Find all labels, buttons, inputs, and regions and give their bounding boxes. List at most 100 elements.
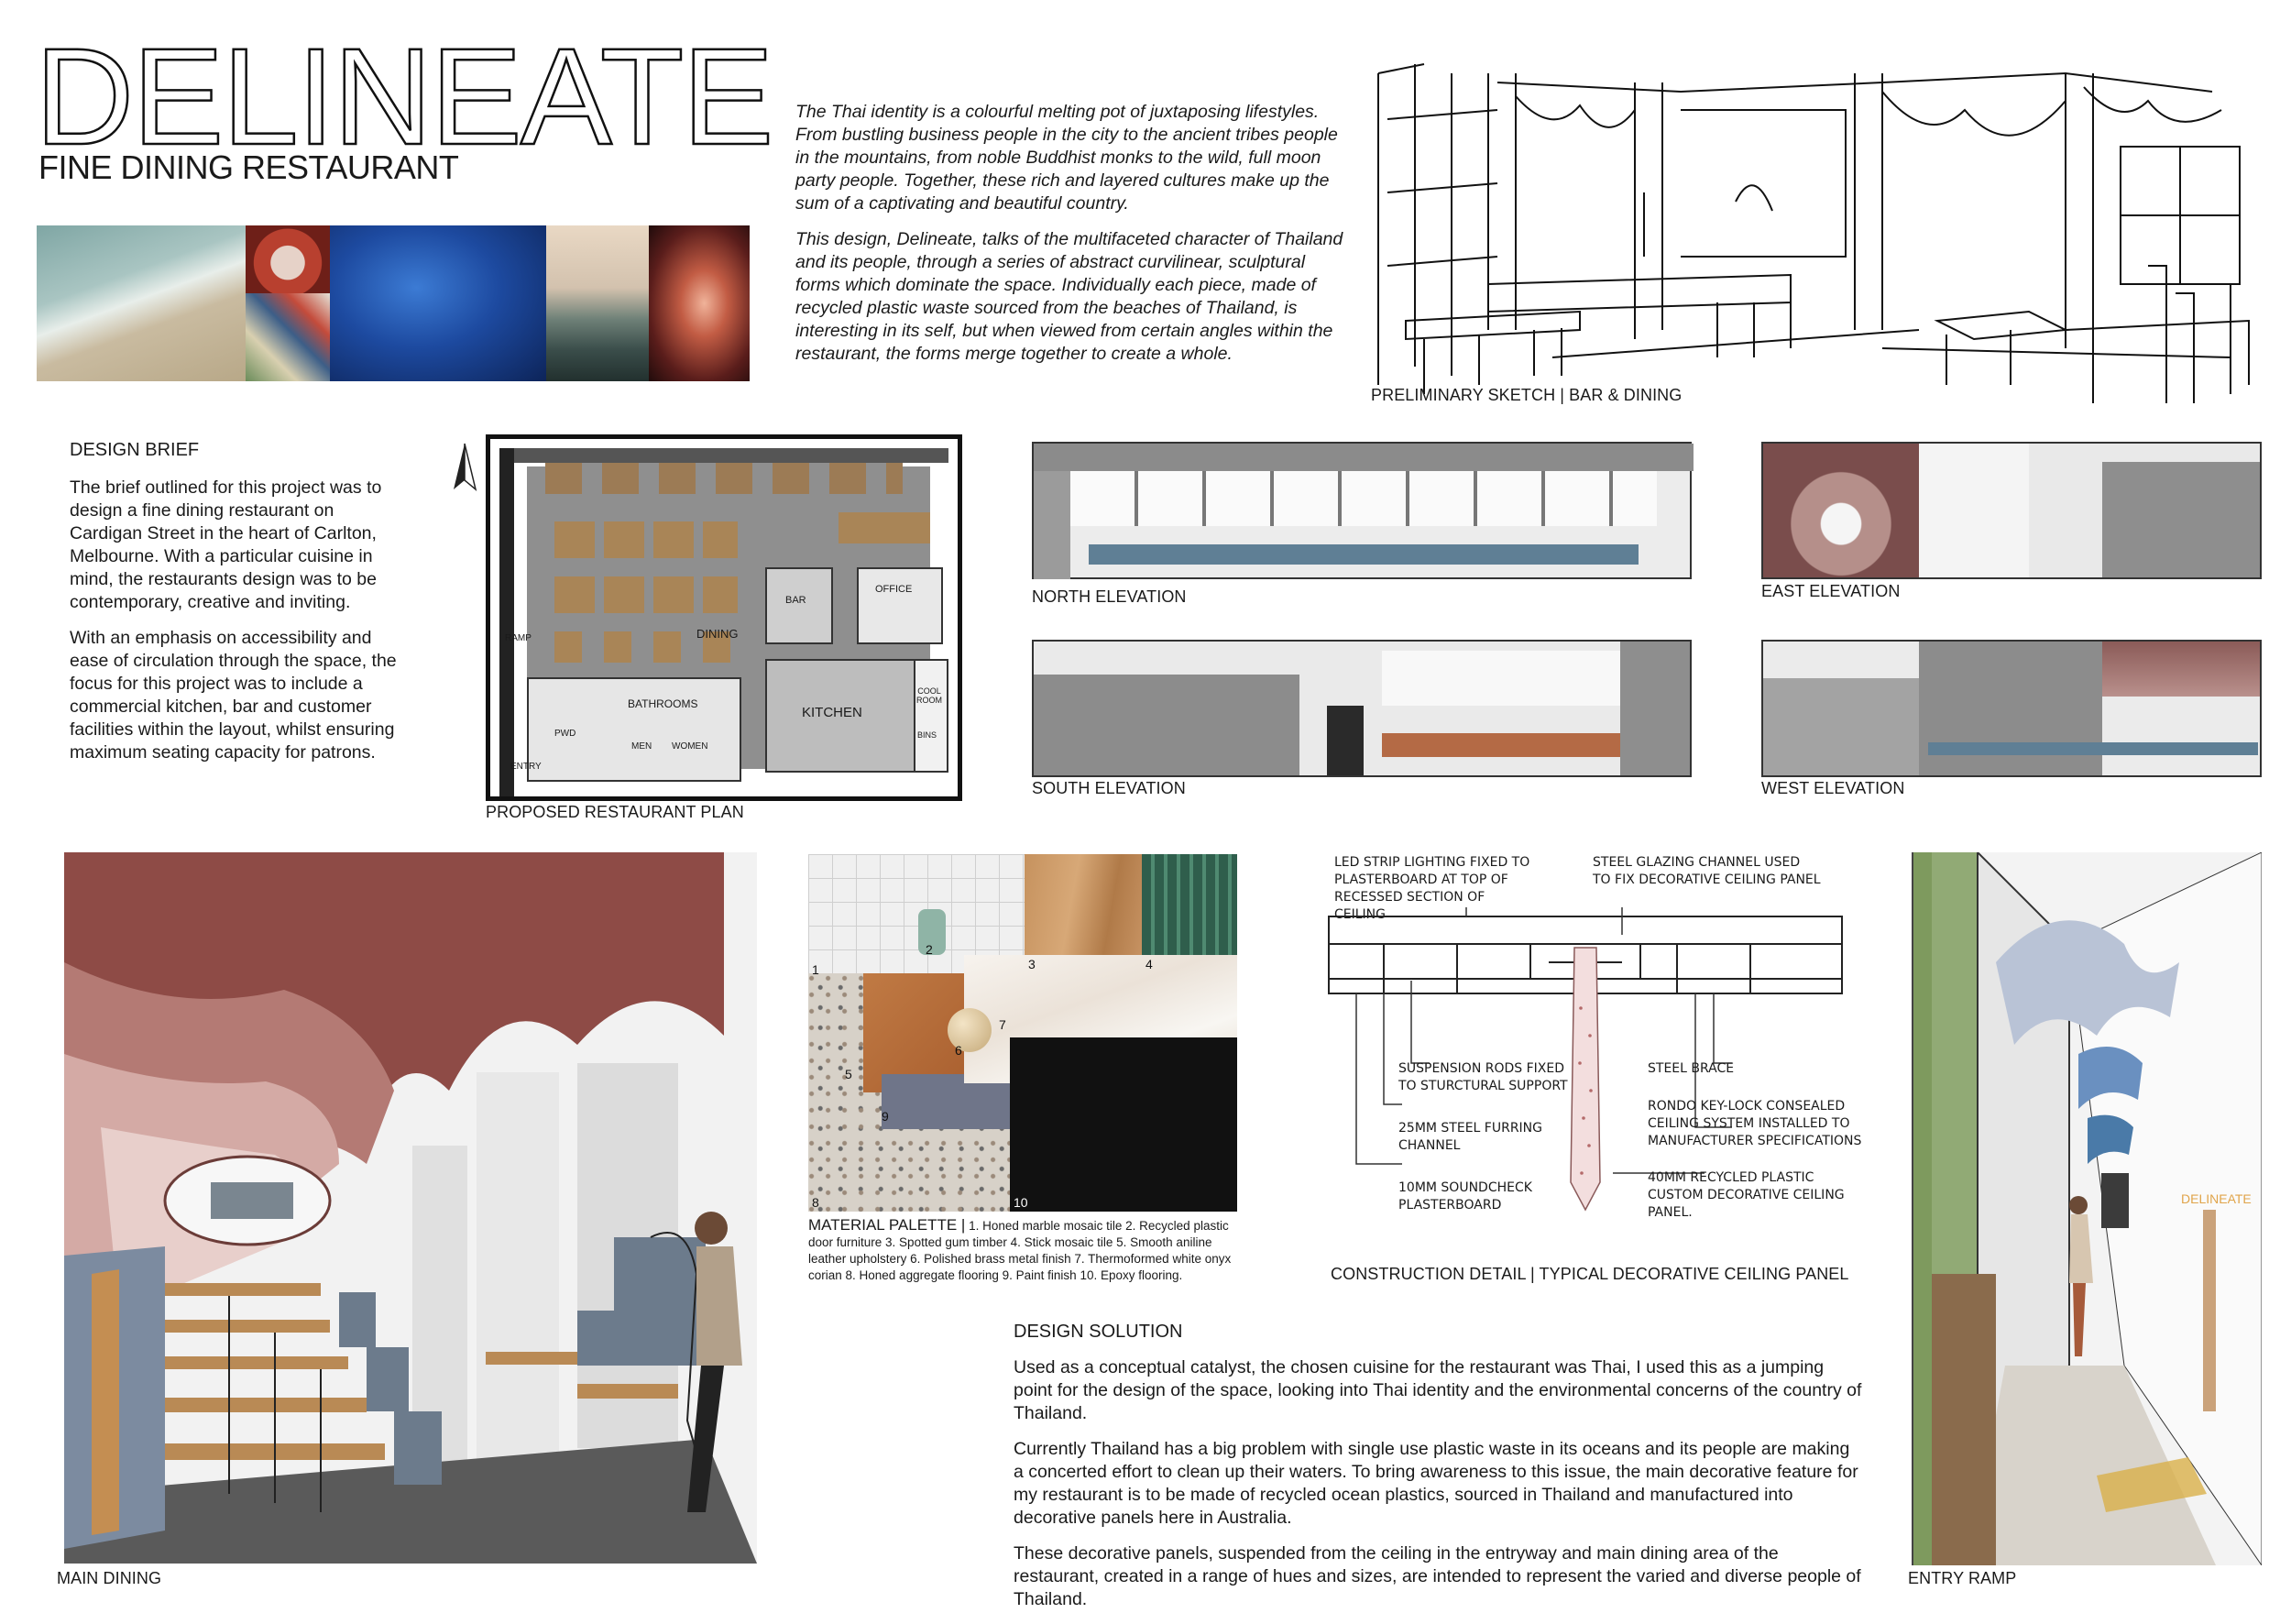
caption-east-elevation: EAST ELEVATION: [1761, 582, 1901, 600]
plan-label-kitchen: KITCHEN: [802, 705, 862, 720]
swatch-number-3: 3: [1028, 957, 1036, 971]
west-elev-bench: [1928, 742, 2258, 755]
preliminary-sketch: [1369, 55, 2264, 434]
west-elevation: [1761, 640, 2262, 777]
project-title: DELINEATE: [34, 19, 775, 173]
plan-label-bathrooms: BATHROOMS: [628, 697, 698, 710]
swatch-number-6: 6: [955, 1043, 962, 1058]
plan-label-dining: DINING: [696, 627, 739, 641]
plan-label-bar: BAR: [785, 595, 806, 606]
entry-ramp-render: DELINEATE: [1912, 850, 2263, 1567]
north-elev-side: [1034, 471, 1070, 579]
east-elevation: [1761, 442, 2262, 579]
caption-south-elevation: SOUTH ELEVATION: [1032, 779, 1186, 797]
west-elev-mid: [1919, 642, 2102, 775]
main-dining-render: [64, 852, 757, 1564]
solution-paragraph-1: Used as a conceptual catalyst, the chose…: [1014, 1357, 1862, 1423]
plan-wall-top: [509, 448, 948, 463]
solution-paragraph-2: Currently Thailand has a big problem wit…: [1014, 1439, 1858, 1528]
plan-label-ramp: RAMP: [505, 633, 532, 643]
plan-label-bins: BINS: [917, 730, 937, 740]
solution-heading: DESIGN SOLUTION: [1014, 1322, 1183, 1342]
note-steel-channel: STEEL GLAZING CHANNEL USED TO FIX DECORA…: [1593, 855, 1821, 887]
intro-paragraph-1: The Thai identity is a colourful melting…: [795, 102, 1338, 214]
swatch-number-9: 9: [882, 1109, 889, 1124]
caption-entry-ramp: ENTRY RAMP: [1908, 1569, 2017, 1587]
solution-paragraph-3: These decorative panels, suspended from …: [1014, 1543, 1861, 1609]
mood-image-mountains: [546, 225, 649, 381]
south-elev-door: [1327, 706, 1364, 775]
note-recycled: 40MM RECYCLED PLASTIC CUSTOM DECORATIVE …: [1648, 1170, 1845, 1220]
caption-west-elevation: WEST ELEVATION: [1761, 779, 1905, 797]
plan-service-rooms: [914, 659, 948, 773]
north-elev-wall: [1034, 444, 1694, 471]
material-heading: MATERIAL PALETTE |: [808, 1216, 966, 1234]
plan-label-men: MEN: [631, 741, 652, 752]
east-elev-right: [2102, 462, 2260, 577]
moodboard-strip: [37, 225, 750, 381]
plan-wall-left: [499, 448, 514, 796]
main-dining-drawing: [64, 852, 757, 1564]
brief-paragraph-1: The brief outlined for this project was …: [70, 477, 382, 612]
mood-image-face-paint: [246, 225, 330, 293]
plan-label-entry: ENTRY: [510, 762, 542, 772]
plan-label-office: OFFICE: [875, 584, 913, 595]
caption-plan: PROPOSED RESTAURANT PLAN: [486, 803, 744, 821]
plan-tables-top: [545, 463, 903, 494]
swatch-number-2: 2: [926, 942, 933, 957]
swatch-number-4: 4: [1146, 957, 1153, 971]
south-elevation: [1032, 640, 1692, 777]
south-elev-kitchen: [1382, 651, 1620, 706]
plan-tables-middle-2: [554, 576, 738, 613]
entry-sign-text: DELINEATE: [2181, 1191, 2252, 1206]
brief-text: The brief outlined for this project was …: [70, 477, 411, 777]
swatch-epoxy: [1010, 1037, 1237, 1212]
south-elev-left: [1034, 675, 1299, 775]
swatch-number-5: 5: [845, 1067, 852, 1081]
caption-main-dining: MAIN DINING: [57, 1569, 162, 1587]
plan-office: [857, 567, 943, 644]
note-suspension: SUSPENSION RODS FIXED TO STURCTURAL SUPP…: [1398, 1061, 1568, 1093]
note-rondo: RONDO KEY-LOCK CONSEALED CEILING SYSTEM …: [1648, 1099, 1862, 1148]
sketch-drawing: [1377, 63, 2250, 403]
east-elev-mid: [1919, 444, 2029, 577]
intro-text: The Thai identity is a colourful melting…: [795, 101, 1351, 379]
plan-tables-right: [839, 512, 930, 543]
mood-image-plastic-waste: [246, 293, 330, 381]
solution-text: Used as a conceptual catalyst, the chose…: [1014, 1356, 1862, 1624]
plan-label-women: WOMEN: [672, 741, 708, 752]
note-brace: STEEL BRACE: [1648, 1061, 1735, 1076]
south-elev-counter: [1382, 733, 1620, 757]
plan-label-pwd: PWD: [554, 729, 576, 739]
project-subtitle: FINE DINING RESTAURANT: [38, 148, 459, 186]
material-caption: MATERIAL PALETTE | 1. Honed marble mosai…: [808, 1217, 1246, 1284]
mood-image-canyon: [649, 225, 750, 381]
north-elev-bench: [1089, 544, 1639, 565]
note-soundcheck: 10MM SOUNDCHECK PLASTERBOARD: [1398, 1180, 1532, 1213]
north-arrow-icon: [451, 442, 478, 497]
mood-image-blue-water: [330, 225, 546, 381]
plan-bar: [765, 567, 833, 644]
caption-north-elevation: NORTH ELEVATION: [1032, 587, 1187, 606]
brief-paragraph-2: With an emphasis on accessibility and ea…: [70, 628, 397, 763]
intro-paragraph-2: This design, Delineate, talks of the mul…: [795, 229, 1343, 364]
brief-heading: DESIGN BRIEF: [70, 440, 200, 460]
note-furring: 25MM STEEL FURRING CHANNEL: [1398, 1121, 1543, 1153]
caption-construction: CONSTRUCTION DETAIL | TYPICAL DECORATIVE…: [1331, 1265, 1849, 1283]
north-elev-windows: [1070, 471, 1657, 526]
east-elev-panel: [1763, 444, 1919, 577]
mood-image-ocean-aerial: [37, 225, 246, 381]
swatch-number-1: 1: [812, 962, 819, 977]
west-elev-left: [1763, 678, 1919, 775]
plan-tables-middle-1: [554, 521, 738, 558]
material-palette: 1 2 3 4 5 6 7 8 9 10: [808, 854, 1237, 1212]
west-elev-panel: [2102, 642, 2260, 697]
restaurant-plan: BAR OFFICE DINING RAMP BATHROOMS KITCHEN…: [486, 434, 962, 801]
swatch-number-7: 7: [999, 1017, 1006, 1032]
swatch-number-8: 8: [812, 1195, 819, 1210]
south-elev-right: [1620, 642, 1690, 775]
caption-sketch: PRELIMINARY SKETCH | BAR & DINING: [1371, 386, 1683, 404]
swatch-number-10: 10: [1014, 1195, 1028, 1210]
north-elevation: [1032, 442, 1694, 579]
plan-label-cool-room: COOL ROOM: [916, 686, 942, 705]
